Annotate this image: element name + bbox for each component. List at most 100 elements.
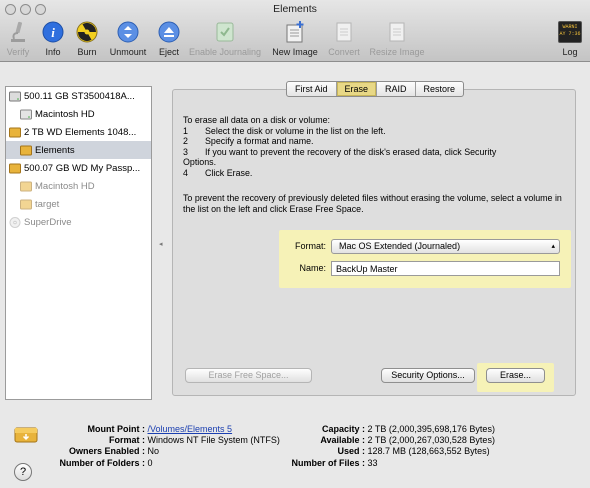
convert-button[interactable]: Convert [326, 20, 362, 57]
erase-free-space-note: To prevent the recovery of previously de… [183, 193, 562, 214]
tab-restore[interactable]: Restore [416, 82, 464, 96]
step-number: 4 [183, 167, 188, 178]
tab-bar: First Aid Erase RAID Restore [286, 81, 465, 97]
splitter-handle[interactable]: ◂ [159, 240, 163, 248]
capacity-label: Capacity : [321, 424, 365, 434]
external-volume-icon [20, 199, 32, 210]
format-label: Format: [294, 241, 326, 251]
sidebar-item-label: target [35, 198, 60, 210]
unmount-button[interactable]: Unmount [107, 20, 149, 57]
enable-journaling-button[interactable]: Enable Journaling [186, 20, 264, 57]
step-text: Select the disk or volume in the list on… [205, 125, 386, 136]
microscope-icon [6, 20, 30, 44]
step-number: 2 [183, 136, 188, 147]
disk-list-sidebar[interactable]: 500.11 GB ST3500418A... Macintosh HD 2 TB … [5, 86, 152, 400]
info-icon: i [41, 20, 65, 44]
sidebar-item[interactable]: Macintosh HD [6, 177, 151, 195]
step-text: If you want to prevent the recovery of t… [205, 146, 497, 157]
info-left-column: Mount Point : /Volumes/Elements 5 Format… [40, 424, 280, 469]
sidebar-item[interactable]: Macintosh HD [6, 105, 151, 123]
available-label: Available : [320, 435, 365, 446]
volume-icon [20, 109, 32, 120]
verify-button[interactable]: Verify [4, 20, 32, 57]
help-button[interactable]: ? [14, 463, 32, 481]
erase-instructions: To erase all data on a disk or volume: 1… [183, 115, 568, 179]
instruction-step: 3 If you want to prevent the recovery of … [183, 147, 568, 158]
verify-label: Verify [6, 47, 30, 57]
sidebar-item[interactable]: 2 TB WD Elements 1048... [6, 123, 151, 141]
sidebar-item[interactable]: 500.07 GB WD My Passp... [6, 159, 151, 177]
erase-free-space-button[interactable]: Erase Free Space... [185, 368, 312, 383]
sidebar-item-label: Elements [35, 144, 75, 156]
folders-value: 0 [147, 457, 153, 468]
sidebar-item-label: 2 TB WD Elements 1048... [24, 126, 137, 138]
mount-point-link[interactable]: /Volumes/Elements 5 [148, 424, 233, 435]
erase-button[interactable]: Erase... [486, 368, 545, 383]
info-right-column: Capacity : 2 TB (2,000,395,698,176 Bytes… [275, 424, 495, 469]
tab-raid[interactable]: RAID [377, 82, 416, 96]
step-text: Click Erase. [205, 167, 253, 178]
enable-journaling-label: Enable Journaling [188, 47, 262, 57]
log-label: Log [562, 47, 578, 57]
resize-image-label: Resize Image [369, 47, 425, 57]
sidebar-item[interactable]: target [6, 195, 151, 213]
mount-point-label: Mount Point : [87, 424, 145, 434]
used-value: 128.7 MB (128,663,552 Bytes) [367, 446, 490, 457]
used-label: Used : [337, 446, 365, 457]
tab-erase[interactable]: Erase [336, 82, 378, 96]
eject-label: Eject [158, 47, 179, 57]
sidebar-item-label: Macintosh HD [35, 108, 95, 120]
volume-name-field[interactable] [331, 261, 560, 276]
sidebar-item-label: 500.07 GB WD My Passp... [24, 162, 141, 174]
files-label: Number of Files : [291, 457, 365, 468]
updown-arrows-icon: ▴ [551, 243, 555, 250]
tab-first-aid[interactable]: First Aid [287, 82, 337, 96]
unmount-label: Unmount [109, 47, 147, 57]
sidebar-item[interactable]: SuperDrive [6, 213, 151, 231]
step-number: 1 [183, 125, 188, 136]
instruction-step-continued: Options. [183, 157, 217, 168]
convert-label: Convert [328, 47, 360, 57]
instructions-intro: To erase all data on a disk or volume: [183, 115, 331, 125]
sidebar-item[interactable]: 500.11 GB ST3500418A... [6, 87, 151, 105]
window-toolbar: Elements Verify i Info Burn Unmount Ejec… [0, 0, 590, 62]
instruction-step: 1 Select the disk or volume in the list o… [183, 126, 568, 137]
eject-button[interactable]: Eject [155, 20, 183, 57]
available-value: 2 TB (2,000,267,030,528 Bytes) [367, 435, 495, 446]
convert-icon [332, 20, 356, 44]
security-options-button[interactable]: Security Options... [381, 368, 475, 383]
new-image-button[interactable]: New Image [270, 20, 320, 57]
hard-disk-icon [9, 91, 21, 102]
capacity-value: 2 TB (2,000,395,698,176 Bytes) [367, 424, 495, 434]
log-button[interactable]: WARNI AY 7:36 Log [556, 20, 584, 57]
sidebar-item[interactable]: Elements [6, 141, 151, 159]
disk-info-bar: ? Mount Point : /Volumes/Elements 5 Form… [0, 400, 590, 488]
external-disk-icon [9, 163, 21, 174]
burn-button[interactable]: Burn [74, 20, 100, 57]
format-info-value: Windows NT File System (NTFS) [147, 435, 280, 446]
format-select-value: Mac OS Extended (Journaled) [339, 241, 461, 251]
optical-drive-icon [9, 216, 21, 228]
folders-label: Number of Folders : [59, 457, 145, 468]
svg-text:i: i [51, 25, 55, 40]
log-icon-text-top: WARNI [562, 24, 578, 30]
external-volume-icon [20, 181, 32, 192]
resize-image-button[interactable]: Resize Image [366, 20, 428, 57]
resize-image-icon [385, 20, 409, 44]
instruction-step: 2 Specify a format and name. [183, 136, 568, 147]
unmount-icon [116, 20, 140, 44]
files-value: 33 [367, 457, 378, 468]
step-text: Specify a format and name. [205, 136, 314, 147]
sidebar-item-label: 500.11 GB ST3500418A... [24, 90, 135, 102]
log-console-icon: WARNI AY 7:36 [558, 20, 582, 44]
burn-radiation-icon [75, 20, 99, 44]
owners-label: Owners Enabled : [68, 446, 145, 457]
info-button[interactable]: i Info [40, 20, 66, 57]
external-drive-icon [14, 424, 38, 446]
step-number: 3 [183, 146, 188, 157]
name-label: Name: [299, 263, 326, 273]
burn-label: Burn [77, 47, 97, 57]
info-label: Info [45, 47, 61, 57]
format-select[interactable]: Mac OS Extended (Journaled) ▴ [331, 239, 560, 254]
eject-icon [157, 20, 181, 44]
